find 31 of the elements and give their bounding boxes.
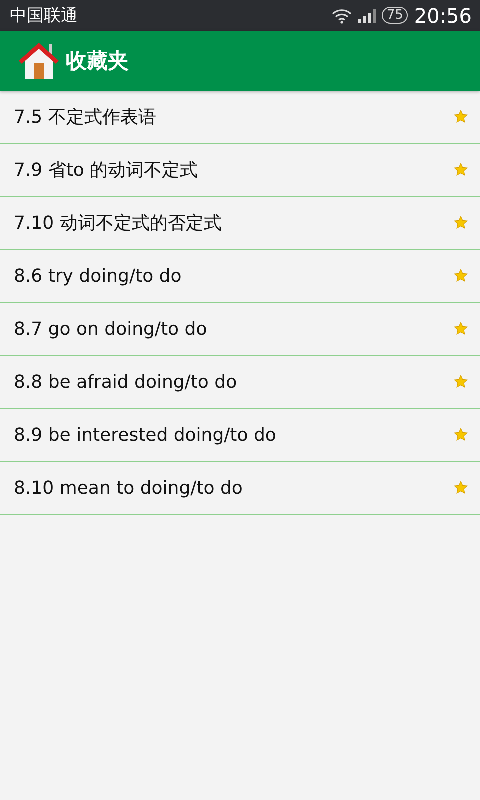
clock-time: 20:56	[414, 4, 472, 28]
favorite-title: 8.9 be interested doing/to do	[14, 424, 278, 446]
star-icon[interactable]	[454, 375, 468, 389]
wifi-icon	[332, 8, 352, 24]
favorite-title: 8.6 try doing/to do	[14, 266, 183, 286]
favorite-title: 7.9 省to 的动词不定式	[14, 159, 200, 182]
star-icon[interactable]	[454, 322, 468, 336]
favorite-row[interactable]: 7.9 省to 的动词不定式	[0, 144, 480, 197]
star-icon[interactable]	[454, 481, 468, 495]
star-icon[interactable]	[454, 216, 468, 230]
favorite-title: 7.10 动词不定式的否定式	[14, 212, 223, 235]
page-title: 收藏夹	[66, 48, 129, 75]
star-icon[interactable]	[454, 110, 468, 124]
star-icon[interactable]	[454, 163, 468, 177]
house-icon	[18, 41, 60, 81]
favorite-title: 8.8 be afraid doing/to do	[14, 372, 238, 392]
star-icon[interactable]	[454, 428, 468, 442]
signal-icon	[358, 8, 376, 22]
favorite-row[interactable]: 8.7 go on doing/to do	[0, 303, 480, 356]
favorite-row[interactable]: 7.10 动词不定式的否定式	[0, 197, 480, 250]
battery-level: 75	[382, 7, 408, 24]
favorite-row[interactable]: 8.9 be interested doing/to do	[0, 409, 480, 462]
star-icon[interactable]	[454, 269, 468, 283]
favorite-row[interactable]: 8.8 be afraid doing/to do	[0, 356, 480, 409]
favorite-row[interactable]: 8.6 try doing/to do	[0, 250, 480, 303]
favorite-title: 8.7 go on doing/to do	[14, 318, 208, 340]
carrier-name: 中国联通	[10, 5, 79, 27]
favorite-row[interactable]: 8.10 mean to doing/to do	[0, 462, 480, 515]
favorite-title: 7.5 不定式作表语	[14, 106, 158, 129]
favorite-row[interactable]: 7.5 不定式作表语	[0, 91, 480, 144]
favorite-title: 8.10 mean to doing/to do	[14, 478, 244, 498]
